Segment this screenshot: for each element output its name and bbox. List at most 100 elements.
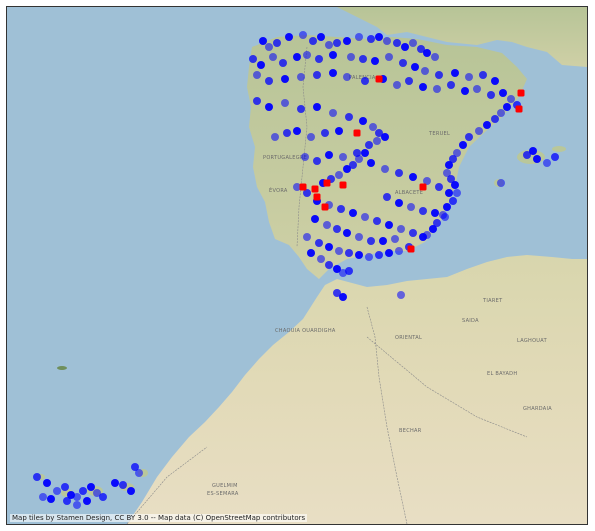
blue-marker[interactable]: [345, 267, 353, 275]
red-marker[interactable]: [339, 181, 347, 189]
blue-marker[interactable]: [373, 217, 381, 225]
blue-marker[interactable]: [491, 77, 499, 85]
blue-marker[interactable]: [335, 247, 343, 255]
blue-marker[interactable]: [419, 83, 427, 91]
blue-marker[interactable]: [265, 77, 273, 85]
blue-marker[interactable]: [507, 95, 515, 103]
blue-marker[interactable]: [303, 51, 311, 59]
blue-marker[interactable]: [503, 103, 511, 111]
blue-marker[interactable]: [335, 127, 343, 135]
blue-marker[interactable]: [421, 67, 429, 75]
blue-marker[interactable]: [393, 81, 401, 89]
blue-marker[interactable]: [371, 57, 379, 65]
blue-marker[interactable]: [83, 497, 91, 505]
blue-marker[interactable]: [407, 203, 415, 211]
blue-marker[interactable]: [361, 213, 369, 221]
blue-marker[interactable]: [313, 71, 321, 79]
blue-marker[interactable]: [283, 129, 291, 137]
blue-marker[interactable]: [253, 71, 261, 79]
blue-marker[interactable]: [355, 233, 363, 241]
blue-marker[interactable]: [339, 293, 347, 301]
blue-marker[interactable]: [441, 213, 449, 221]
blue-marker[interactable]: [63, 497, 71, 505]
blue-marker[interactable]: [281, 99, 289, 107]
blue-marker[interactable]: [395, 169, 403, 177]
blue-marker[interactable]: [73, 493, 81, 501]
blue-marker[interactable]: [443, 203, 451, 211]
blue-marker[interactable]: [131, 463, 139, 471]
blue-marker[interactable]: [345, 249, 353, 257]
blue-marker[interactable]: [451, 181, 459, 189]
map-canvas[interactable]: PALENCIA PORTUGALEGRE ÉVORA ALBACETE TER…: [7, 7, 587, 524]
red-marker[interactable]: [313, 193, 321, 201]
blue-marker[interactable]: [253, 97, 261, 105]
blue-marker[interactable]: [301, 153, 309, 161]
blue-marker[interactable]: [315, 55, 323, 63]
blue-marker[interactable]: [465, 133, 473, 141]
red-marker[interactable]: [517, 89, 525, 97]
blue-marker[interactable]: [395, 199, 403, 207]
blue-marker[interactable]: [383, 193, 391, 201]
blue-marker[interactable]: [339, 153, 347, 161]
blue-marker[interactable]: [343, 37, 351, 45]
blue-marker[interactable]: [329, 69, 337, 77]
blue-marker[interactable]: [321, 129, 329, 137]
blue-marker[interactable]: [529, 147, 537, 155]
blue-marker[interactable]: [385, 249, 393, 257]
blue-marker[interactable]: [279, 59, 287, 67]
blue-marker[interactable]: [265, 103, 273, 111]
red-marker[interactable]: [419, 183, 427, 191]
blue-marker[interactable]: [325, 243, 333, 251]
blue-marker[interactable]: [297, 105, 305, 113]
blue-marker[interactable]: [299, 31, 307, 39]
blue-marker[interactable]: [337, 205, 345, 213]
blue-marker[interactable]: [359, 55, 367, 63]
blue-marker[interactable]: [461, 87, 469, 95]
blue-marker[interactable]: [257, 61, 265, 69]
red-marker[interactable]: [407, 245, 415, 253]
blue-marker[interactable]: [375, 33, 383, 41]
blue-marker[interactable]: [433, 85, 441, 93]
blue-marker[interactable]: [355, 251, 363, 259]
blue-marker[interactable]: [99, 493, 107, 501]
blue-marker[interactable]: [79, 487, 87, 495]
blue-marker[interactable]: [397, 225, 405, 233]
blue-marker[interactable]: [367, 35, 375, 43]
blue-marker[interactable]: [353, 149, 361, 157]
blue-marker[interactable]: [281, 75, 289, 83]
blue-marker[interactable]: [497, 179, 505, 187]
blue-marker[interactable]: [429, 225, 437, 233]
blue-marker[interactable]: [373, 137, 381, 145]
blue-marker[interactable]: [379, 237, 387, 245]
blue-marker[interactable]: [423, 49, 431, 57]
blue-marker[interactable]: [111, 479, 119, 487]
blue-marker[interactable]: [335, 171, 343, 179]
blue-marker[interactable]: [73, 501, 81, 509]
blue-marker[interactable]: [393, 39, 401, 47]
blue-marker[interactable]: [39, 493, 47, 501]
blue-marker[interactable]: [385, 221, 393, 229]
red-marker[interactable]: [515, 105, 523, 113]
blue-marker[interactable]: [497, 109, 505, 117]
red-marker[interactable]: [321, 203, 329, 211]
blue-marker[interactable]: [313, 103, 321, 111]
blue-marker[interactable]: [323, 221, 331, 229]
blue-marker[interactable]: [419, 233, 427, 241]
blue-marker[interactable]: [367, 159, 375, 167]
blue-marker[interactable]: [435, 183, 443, 191]
blue-marker[interactable]: [431, 53, 439, 61]
blue-marker[interactable]: [365, 141, 373, 149]
blue-marker[interactable]: [409, 173, 417, 181]
blue-marker[interactable]: [343, 73, 351, 81]
blue-marker[interactable]: [459, 141, 467, 149]
blue-marker[interactable]: [43, 479, 51, 487]
blue-marker[interactable]: [315, 239, 323, 247]
blue-marker[interactable]: [325, 41, 333, 49]
blue-marker[interactable]: [479, 71, 487, 79]
blue-marker[interactable]: [447, 81, 455, 89]
blue-marker[interactable]: [435, 71, 443, 79]
blue-marker[interactable]: [347, 53, 355, 61]
blue-marker[interactable]: [533, 155, 541, 163]
blue-marker[interactable]: [329, 109, 337, 117]
blue-marker[interactable]: [465, 73, 473, 81]
